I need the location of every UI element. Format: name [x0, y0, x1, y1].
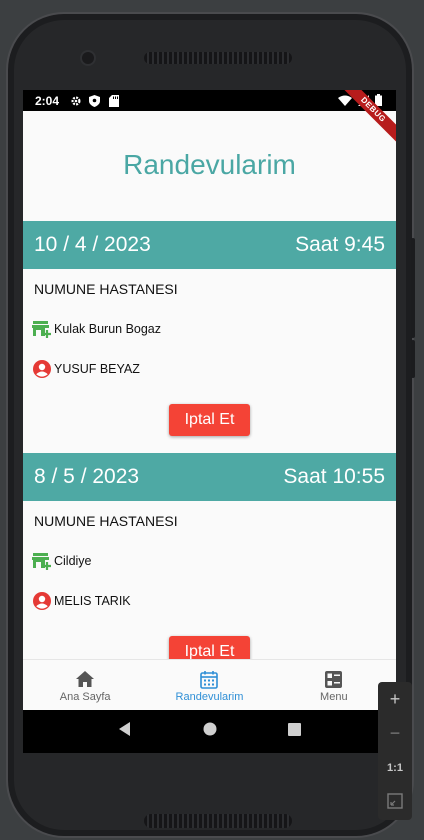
power-button[interactable] [411, 238, 415, 338]
appointment-date: 8 / 5 / 2023 [34, 465, 140, 488]
zoom-out-button[interactable]: − [383, 724, 407, 742]
fit-screen-button[interactable] [383, 793, 407, 812]
nav-label-appointments: Randevularim [175, 691, 244, 703]
bottom-speaker-grill [144, 814, 292, 828]
recents-square-icon[interactable] [287, 722, 301, 741]
appointment-header: 8 / 5 / 2023 Saat 10:55 [23, 453, 396, 501]
doctor-name: MELIS TARIK [54, 594, 131, 608]
home-circle-icon[interactable] [203, 722, 217, 741]
zoom-in-button[interactable]: + [383, 690, 407, 708]
wifi-icon [338, 95, 352, 109]
calendar-icon [199, 669, 219, 689]
front-camera [82, 52, 94, 64]
app-content[interactable]: Randevularim 10 / 4 / 2023 Saat 9:45 NUM… [23, 111, 396, 659]
nav-item-appointments[interactable]: Randevularim [147, 660, 271, 710]
doctor-name: YUSUF BEYAZ [54, 362, 140, 376]
cancel-appointment-button[interactable]: Iptal Et [169, 404, 250, 436]
hospital-name: NUMUNE HASTANESI [34, 281, 178, 297]
clinic-add-icon [32, 319, 52, 339]
back-icon[interactable] [118, 722, 132, 741]
appointment-time: Saat 10:55 [283, 465, 385, 488]
page-title: Randevularim [123, 149, 296, 180]
department-name: Cildiye [54, 554, 92, 568]
appointment-card: 10 / 4 / 2023 Saat 9:45 NUMUNE HASTANESI… [23, 221, 396, 453]
account-circle-icon [32, 591, 52, 611]
appointment-time: Saat 9:45 [295, 233, 385, 256]
settings-gear-icon [69, 94, 82, 107]
menu-grid-icon [324, 669, 344, 689]
phone-screen: 2:04 DEBUG Randevularim 10 / 4 / 2023 Sa… [23, 90, 396, 753]
fit-screen-icon [387, 793, 403, 813]
doctor-row: YUSUF BEYAZ [32, 359, 140, 379]
account-circle-icon [32, 359, 52, 379]
status-bar: 2:04 [23, 90, 396, 111]
cancel-appointment-button[interactable]: Iptal Et [169, 636, 250, 659]
bottom-navigation: Ana Sayfa Randevularim Menu [23, 659, 396, 710]
nav-label-home: Ana Sayfa [59, 691, 111, 703]
top-speaker-grill [144, 52, 292, 64]
emulator-zoom-toolbar: + − 1:1 [378, 682, 412, 820]
hospital-name: NUMUNE HASTANESI [34, 513, 178, 529]
department-row: Cildiye [32, 551, 92, 571]
clinic-add-icon [32, 551, 52, 571]
home-icon [75, 669, 95, 689]
doctor-row: MELIS TARIK [32, 591, 131, 611]
department-name: Kulak Burun Bogaz [54, 322, 162, 336]
nav-label-menu: Menu [320, 691, 348, 703]
department-row: Kulak Burun Bogaz [32, 319, 161, 339]
volume-button[interactable] [411, 340, 415, 378]
shield-icon [88, 94, 101, 107]
appointment-date: 10 / 4 / 2023 [34, 233, 151, 256]
actual-size-button[interactable]: 1:1 [383, 759, 407, 777]
nav-item-home[interactable]: Ana Sayfa [23, 660, 147, 710]
system-navigation-bar [23, 710, 396, 753]
appointment-card: 8 / 5 / 2023 Saat 10:55 NUMUNE HASTANESI… [23, 453, 396, 659]
appointment-header: 10 / 4 / 2023 Saat 9:45 [23, 221, 396, 269]
status-time: 2:04 [35, 93, 60, 108]
sd-card-icon [107, 94, 120, 107]
